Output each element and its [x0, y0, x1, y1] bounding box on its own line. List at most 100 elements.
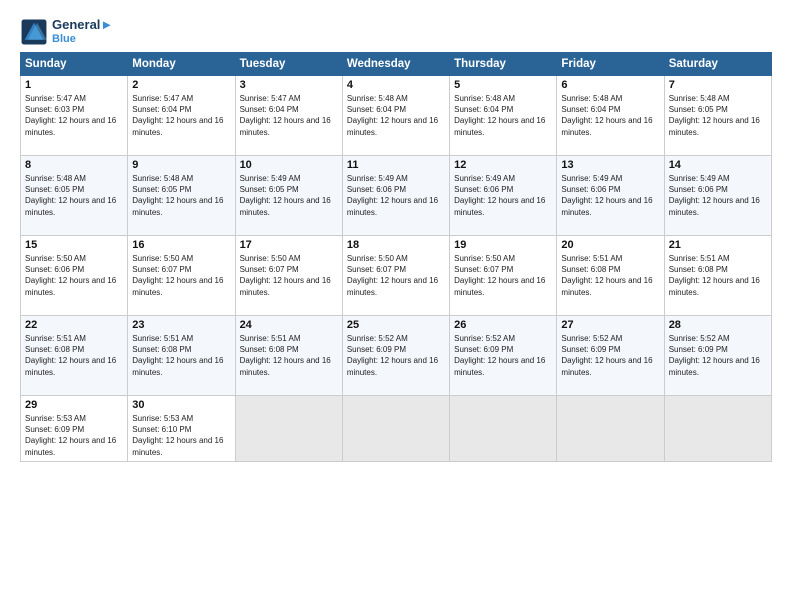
calendar-cell: 17 Sunrise: 5:50 AM Sunset: 6:07 PM Dayl… — [235, 236, 342, 316]
day-number: 18 — [347, 239, 445, 251]
day-info: Sunrise: 5:52 AM Sunset: 6:09 PM Dayligh… — [454, 333, 552, 378]
calendar-cell — [450, 396, 557, 462]
day-number: 23 — [132, 319, 230, 331]
day-number: 13 — [561, 159, 659, 171]
day-info: Sunrise: 5:50 AM Sunset: 6:07 PM Dayligh… — [240, 253, 338, 298]
day-number: 22 — [25, 319, 123, 331]
calendar-cell: 13 Sunrise: 5:49 AM Sunset: 6:06 PM Dayl… — [557, 156, 664, 236]
day-number: 30 — [132, 399, 230, 411]
calendar-cell: 14 Sunrise: 5:49 AM Sunset: 6:06 PM Dayl… — [664, 156, 771, 236]
logo: General► Blue — [20, 18, 113, 46]
calendar-cell: 8 Sunrise: 5:48 AM Sunset: 6:05 PM Dayli… — [21, 156, 128, 236]
day-info: Sunrise: 5:48 AM Sunset: 6:05 PM Dayligh… — [132, 173, 230, 218]
page: General► Blue Sunday Monday Tuesday Wedn… — [0, 0, 792, 612]
col-saturday: Saturday — [664, 53, 771, 76]
day-info: Sunrise: 5:50 AM Sunset: 6:07 PM Dayligh… — [454, 253, 552, 298]
calendar-cell: 24 Sunrise: 5:51 AM Sunset: 6:08 PM Dayl… — [235, 316, 342, 396]
day-number: 19 — [454, 239, 552, 251]
day-number: 8 — [25, 159, 123, 171]
calendar-cell: 29 Sunrise: 5:53 AM Sunset: 6:09 PM Dayl… — [21, 396, 128, 462]
day-info: Sunrise: 5:50 AM Sunset: 6:07 PM Dayligh… — [347, 253, 445, 298]
day-number: 20 — [561, 239, 659, 251]
col-sunday: Sunday — [21, 53, 128, 76]
day-info: Sunrise: 5:50 AM Sunset: 6:07 PM Dayligh… — [132, 253, 230, 298]
calendar-cell — [557, 396, 664, 462]
calendar-cell: 18 Sunrise: 5:50 AM Sunset: 6:07 PM Dayl… — [342, 236, 449, 316]
col-tuesday: Tuesday — [235, 53, 342, 76]
calendar-cell: 4 Sunrise: 5:48 AM Sunset: 6:04 PM Dayli… — [342, 76, 449, 156]
calendar-week-2: 8 Sunrise: 5:48 AM Sunset: 6:05 PM Dayli… — [21, 156, 772, 236]
day-info: Sunrise: 5:48 AM Sunset: 6:05 PM Dayligh… — [25, 173, 123, 218]
calendar-table: Sunday Monday Tuesday Wednesday Thursday… — [20, 52, 772, 462]
day-info: Sunrise: 5:49 AM Sunset: 6:06 PM Dayligh… — [454, 173, 552, 218]
calendar-cell: 11 Sunrise: 5:49 AM Sunset: 6:06 PM Dayl… — [342, 156, 449, 236]
calendar-cell: 12 Sunrise: 5:49 AM Sunset: 6:06 PM Dayl… — [450, 156, 557, 236]
header-row: Sunday Monday Tuesday Wednesday Thursday… — [21, 53, 772, 76]
day-info: Sunrise: 5:51 AM Sunset: 6:08 PM Dayligh… — [25, 333, 123, 378]
day-number: 6 — [561, 79, 659, 91]
day-info: Sunrise: 5:51 AM Sunset: 6:08 PM Dayligh… — [240, 333, 338, 378]
day-info: Sunrise: 5:51 AM Sunset: 6:08 PM Dayligh… — [132, 333, 230, 378]
calendar-cell: 21 Sunrise: 5:51 AM Sunset: 6:08 PM Dayl… — [664, 236, 771, 316]
calendar-cell: 30 Sunrise: 5:53 AM Sunset: 6:10 PM Dayl… — [128, 396, 235, 462]
logo-icon — [20, 18, 48, 46]
calendar-week-1: 1 Sunrise: 5:47 AM Sunset: 6:03 PM Dayli… — [21, 76, 772, 156]
day-info: Sunrise: 5:50 AM Sunset: 6:06 PM Dayligh… — [25, 253, 123, 298]
calendar-cell: 2 Sunrise: 5:47 AM Sunset: 6:04 PM Dayli… — [128, 76, 235, 156]
day-number: 10 — [240, 159, 338, 171]
calendar-cell: 22 Sunrise: 5:51 AM Sunset: 6:08 PM Dayl… — [21, 316, 128, 396]
day-number: 17 — [240, 239, 338, 251]
calendar-cell: 28 Sunrise: 5:52 AM Sunset: 6:09 PM Dayl… — [664, 316, 771, 396]
day-info: Sunrise: 5:53 AM Sunset: 6:10 PM Dayligh… — [132, 413, 230, 458]
col-friday: Friday — [557, 53, 664, 76]
calendar-cell: 10 Sunrise: 5:49 AM Sunset: 6:05 PM Dayl… — [235, 156, 342, 236]
col-wednesday: Wednesday — [342, 53, 449, 76]
header: General► Blue — [20, 18, 772, 46]
calendar-cell: 26 Sunrise: 5:52 AM Sunset: 6:09 PM Dayl… — [450, 316, 557, 396]
logo-text: General► Blue — [52, 18, 113, 46]
day-number: 5 — [454, 79, 552, 91]
day-info: Sunrise: 5:53 AM Sunset: 6:09 PM Dayligh… — [25, 413, 123, 458]
day-info: Sunrise: 5:51 AM Sunset: 6:08 PM Dayligh… — [561, 253, 659, 298]
day-number: 14 — [669, 159, 767, 171]
day-info: Sunrise: 5:47 AM Sunset: 6:04 PM Dayligh… — [132, 93, 230, 138]
calendar-cell: 25 Sunrise: 5:52 AM Sunset: 6:09 PM Dayl… — [342, 316, 449, 396]
day-number: 11 — [347, 159, 445, 171]
calendar-cell: 20 Sunrise: 5:51 AM Sunset: 6:08 PM Dayl… — [557, 236, 664, 316]
calendar-cell: 6 Sunrise: 5:48 AM Sunset: 6:04 PM Dayli… — [557, 76, 664, 156]
calendar-cell: 9 Sunrise: 5:48 AM Sunset: 6:05 PM Dayli… — [128, 156, 235, 236]
day-number: 28 — [669, 319, 767, 331]
col-thursday: Thursday — [450, 53, 557, 76]
calendar-week-5: 29 Sunrise: 5:53 AM Sunset: 6:09 PM Dayl… — [21, 396, 772, 462]
day-info: Sunrise: 5:52 AM Sunset: 6:09 PM Dayligh… — [561, 333, 659, 378]
calendar-cell — [342, 396, 449, 462]
day-info: Sunrise: 5:48 AM Sunset: 6:04 PM Dayligh… — [454, 93, 552, 138]
calendar-week-4: 22 Sunrise: 5:51 AM Sunset: 6:08 PM Dayl… — [21, 316, 772, 396]
day-info: Sunrise: 5:48 AM Sunset: 6:05 PM Dayligh… — [669, 93, 767, 138]
calendar-cell: 3 Sunrise: 5:47 AM Sunset: 6:04 PM Dayli… — [235, 76, 342, 156]
day-info: Sunrise: 5:47 AM Sunset: 6:03 PM Dayligh… — [25, 93, 123, 138]
calendar-cell: 5 Sunrise: 5:48 AM Sunset: 6:04 PM Dayli… — [450, 76, 557, 156]
day-info: Sunrise: 5:48 AM Sunset: 6:04 PM Dayligh… — [347, 93, 445, 138]
day-info: Sunrise: 5:49 AM Sunset: 6:06 PM Dayligh… — [347, 173, 445, 218]
calendar-cell: 16 Sunrise: 5:50 AM Sunset: 6:07 PM Dayl… — [128, 236, 235, 316]
day-info: Sunrise: 5:49 AM Sunset: 6:06 PM Dayligh… — [561, 173, 659, 218]
day-info: Sunrise: 5:47 AM Sunset: 6:04 PM Dayligh… — [240, 93, 338, 138]
day-info: Sunrise: 5:51 AM Sunset: 6:08 PM Dayligh… — [669, 253, 767, 298]
day-info: Sunrise: 5:49 AM Sunset: 6:05 PM Dayligh… — [240, 173, 338, 218]
day-info: Sunrise: 5:49 AM Sunset: 6:06 PM Dayligh… — [669, 173, 767, 218]
calendar-week-3: 15 Sunrise: 5:50 AM Sunset: 6:06 PM Dayl… — [21, 236, 772, 316]
calendar-cell: 1 Sunrise: 5:47 AM Sunset: 6:03 PM Dayli… — [21, 76, 128, 156]
day-info: Sunrise: 5:52 AM Sunset: 6:09 PM Dayligh… — [669, 333, 767, 378]
calendar-cell: 15 Sunrise: 5:50 AM Sunset: 6:06 PM Dayl… — [21, 236, 128, 316]
day-number: 16 — [132, 239, 230, 251]
day-number: 27 — [561, 319, 659, 331]
calendar-cell — [235, 396, 342, 462]
day-number: 2 — [132, 79, 230, 91]
calendar-cell: 23 Sunrise: 5:51 AM Sunset: 6:08 PM Dayl… — [128, 316, 235, 396]
day-number: 15 — [25, 239, 123, 251]
day-number: 3 — [240, 79, 338, 91]
col-monday: Monday — [128, 53, 235, 76]
day-info: Sunrise: 5:52 AM Sunset: 6:09 PM Dayligh… — [347, 333, 445, 378]
calendar-cell: 7 Sunrise: 5:48 AM Sunset: 6:05 PM Dayli… — [664, 76, 771, 156]
